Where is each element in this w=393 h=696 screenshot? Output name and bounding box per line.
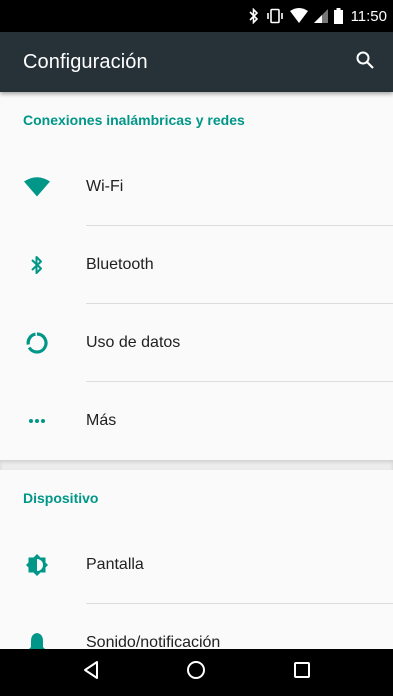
settings-item-display[interactable]: Pantalla bbox=[0, 526, 393, 604]
home-button[interactable] bbox=[172, 649, 220, 696]
page-title: Configuración bbox=[23, 50, 148, 73]
brightness-icon bbox=[0, 526, 86, 604]
section-device: Dispositivo Pantalla Sonido/notificación bbox=[0, 470, 393, 649]
status-time: 11:50 bbox=[350, 7, 387, 25]
settings-item-label: Bluetooth bbox=[86, 256, 154, 273]
settings-item-label: Uso de datos bbox=[86, 334, 181, 351]
section-header-wireless: Conexiones inalámbricas y redes bbox=[23, 112, 245, 128]
section-wireless-networks: Conexiones inalámbricas y redes Wi-Fi Bl… bbox=[0, 92, 393, 460]
recents-icon bbox=[293, 661, 311, 684]
bluetooth-status-icon bbox=[248, 8, 260, 24]
wifi-status-icon bbox=[289, 8, 308, 24]
wifi-icon bbox=[0, 148, 86, 226]
settings-item-data-usage[interactable]: Uso de datos bbox=[0, 304, 393, 382]
vibrate-icon bbox=[266, 8, 284, 24]
settings-item-bluetooth[interactable]: Bluetooth bbox=[0, 226, 393, 304]
app-bar: Configuración bbox=[0, 32, 393, 92]
back-icon bbox=[82, 660, 100, 685]
battery-icon bbox=[333, 8, 343, 24]
back-button[interactable] bbox=[67, 649, 115, 696]
settings-item-wifi[interactable]: Wi-Fi bbox=[0, 148, 393, 226]
data-usage-icon bbox=[0, 304, 86, 382]
signal-icon bbox=[313, 8, 328, 24]
settings-item-more[interactable]: Más bbox=[0, 382, 393, 460]
more-icon bbox=[0, 382, 86, 460]
settings-item-label: Sonido/notificación bbox=[86, 634, 221, 649]
search-icon bbox=[355, 50, 375, 75]
home-icon bbox=[186, 660, 206, 685]
recents-button[interactable] bbox=[278, 649, 326, 696]
settings-item-sound[interactable]: Sonido/notificación bbox=[0, 604, 393, 649]
status-bar: 11:50 bbox=[0, 0, 393, 32]
section-header-device: Dispositivo bbox=[23, 490, 99, 506]
bluetooth-icon bbox=[0, 226, 86, 304]
settings-list[interactable]: Conexiones inalámbricas y redes Wi-Fi Bl… bbox=[0, 92, 393, 649]
settings-item-label: Más bbox=[86, 412, 117, 429]
settings-item-label: Pantalla bbox=[86, 556, 144, 573]
navigation-bar bbox=[0, 649, 393, 696]
settings-item-label: Wi-Fi bbox=[86, 178, 124, 195]
section-divider bbox=[0, 460, 393, 470]
search-button[interactable] bbox=[349, 46, 381, 78]
bell-icon bbox=[0, 604, 86, 649]
